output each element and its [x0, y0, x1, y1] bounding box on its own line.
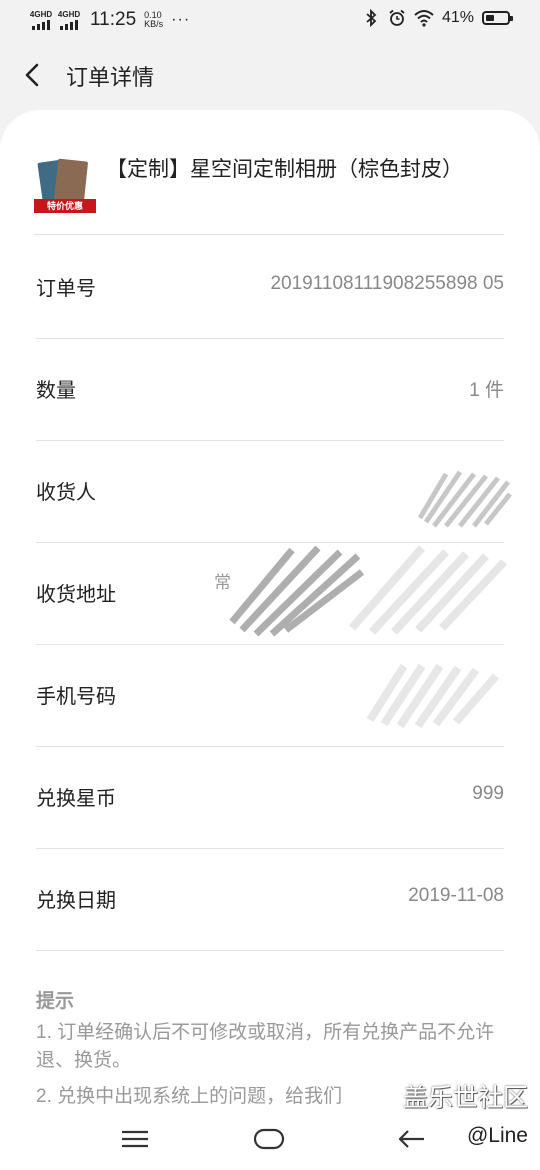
watermark-text: 盖乐世社区	[402, 1084, 528, 1112]
phone-label: 手机号码	[36, 686, 116, 708]
exchange-date-row: 兑换日期 2019-11-08	[36, 848, 504, 951]
exchange-date-value: 2019-11-08	[408, 885, 504, 906]
system-nav-bar	[0, 1110, 540, 1170]
home-icon[interactable]	[252, 1124, 286, 1154]
address-row: 收货地址 常	[36, 542, 507, 645]
redaction-scribble	[417, 470, 512, 528]
product-thumbnail: 特价优惠	[34, 158, 96, 213]
order-number-row: 订单号 20191108111908255898 05	[36, 236, 504, 339]
recipient-label: 收货人	[36, 482, 96, 504]
signal-bars-icon	[60, 19, 78, 30]
battery-level	[486, 15, 494, 21]
page-header: 订单详情	[0, 48, 540, 100]
back-arrow-icon[interactable]	[18, 60, 48, 90]
recipient-row: 收货人	[36, 440, 512, 543]
network-type-label: 4GHD	[57, 9, 81, 19]
watermark-handle: @Line	[466, 1124, 528, 1147]
wifi-icon	[414, 10, 434, 27]
quantity-label: 数量	[36, 380, 76, 402]
network-speed: 0.10 KB/s	[144, 11, 163, 29]
order-detail-card: 特价优惠 【定制】星空间定制相册（棕色封皮） 订单号 2019110811190…	[0, 110, 540, 1170]
signal-1: 4GHD	[29, 9, 53, 30]
status-left: 4GHD 4GHD 11:25 0.10 KB/s ···	[30, 9, 190, 31]
order-number-label: 订单号	[36, 278, 96, 300]
quantity-value: 1 件	[469, 380, 504, 401]
more-notifications-icon: ···	[171, 11, 191, 28]
star-coins-label: 兑换星币	[36, 788, 116, 810]
album-image	[53, 158, 89, 204]
status-right: 41%	[362, 9, 513, 27]
signal-bars-icon	[32, 19, 50, 30]
network-type-label: 4GHD	[29, 9, 53, 19]
order-number-value: 20191108111908255898 05	[270, 273, 504, 294]
back-icon[interactable]	[394, 1124, 428, 1154]
bluetooth-icon	[366, 9, 377, 27]
alarm-icon	[389, 9, 405, 26]
speed-unit: KB/s	[144, 19, 164, 29]
promo-tag: 特价优惠	[34, 199, 96, 213]
phone-row: 手机号码	[36, 644, 504, 747]
star-coins-value: 999	[472, 783, 504, 804]
tip-item: 1. 订单经确认后不可修改或取消，所有兑换产品不允许退、换货。	[36, 1022, 495, 1071]
status-bar: 4GHD 4GHD 11:25 0.10 KB/s ··· 41%	[0, 0, 540, 40]
product-item[interactable]: 特价优惠 【定制】星空间定制相册（棕色封皮）	[34, 158, 504, 235]
menu-icon[interactable]	[118, 1124, 152, 1154]
redaction-scribble	[366, 663, 500, 729]
battery-icon	[482, 11, 513, 25]
exchange-date-label: 兑换日期	[36, 890, 116, 912]
battery-percentage: 41%	[441, 9, 474, 26]
page-title: 订单详情	[66, 65, 155, 90]
tips-title: 提示	[36, 991, 75, 1012]
quantity-row: 数量 1 件	[36, 338, 504, 441]
clock: 11:25	[90, 9, 137, 30]
product-name: 【定制】星空间定制相册（棕色封皮）	[106, 158, 463, 181]
star-coins-row: 兑换星币 999	[36, 746, 504, 849]
address-label: 收货地址	[36, 584, 116, 606]
redaction-scribble	[229, 545, 507, 637]
signal-2: 4GHD	[57, 9, 81, 30]
